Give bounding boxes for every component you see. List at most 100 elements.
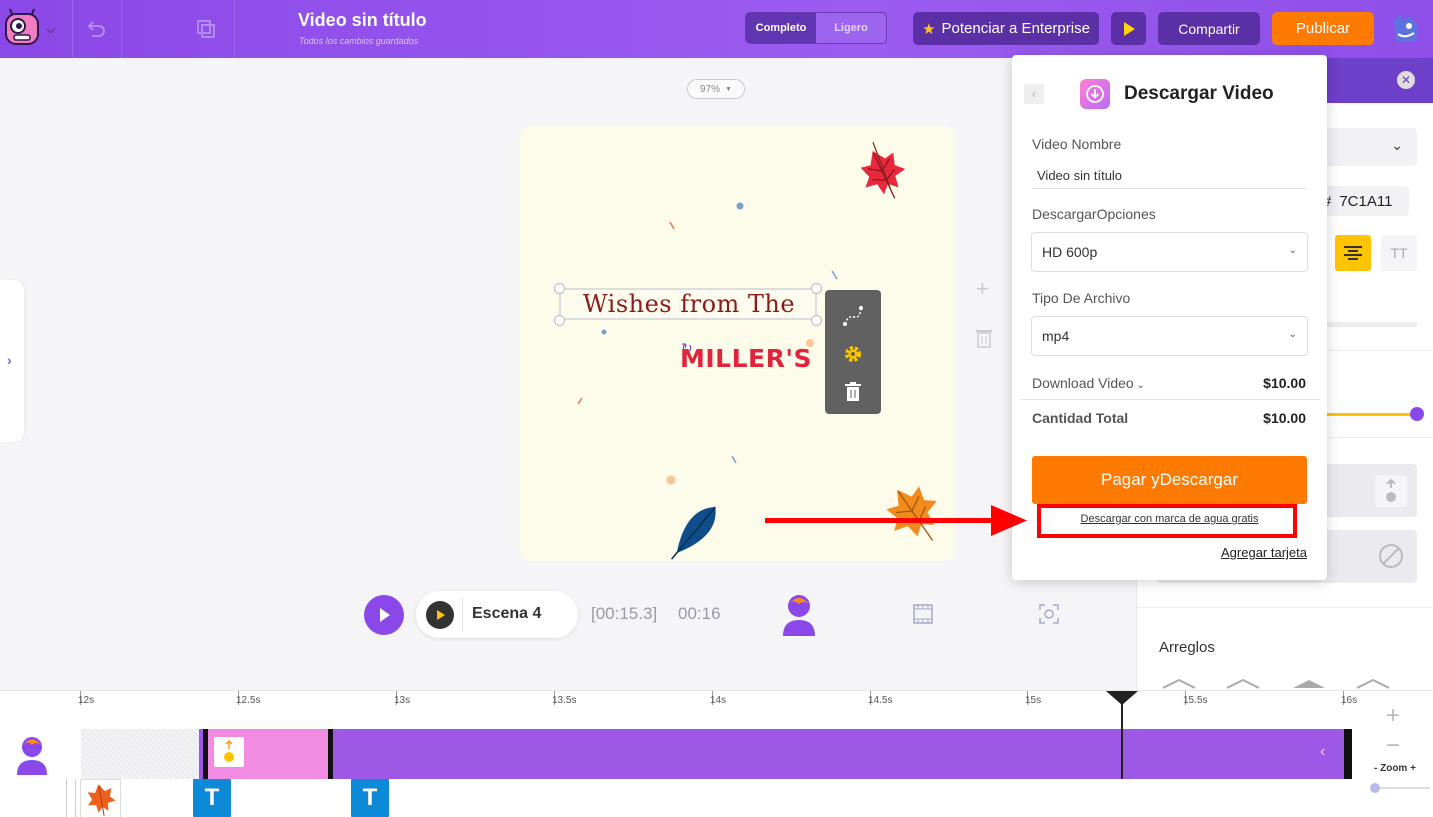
video-title[interactable]: Video sin título bbox=[298, 10, 427, 31]
pay-and-download-button[interactable]: Pagar yDescargar bbox=[1032, 456, 1307, 504]
quality-value: HD 600p bbox=[1042, 244, 1098, 260]
scene-label: Escena 4 bbox=[472, 605, 542, 622]
play-icon bbox=[380, 608, 390, 622]
toolbar-divider bbox=[234, 0, 235, 58]
fullscreen-icon[interactable] bbox=[1039, 604, 1059, 624]
chevron-down-icon: ⌄ bbox=[1288, 329, 1297, 340]
app-logo-icon[interactable] bbox=[4, 8, 40, 46]
zoom-slider-knob[interactable] bbox=[1370, 783, 1380, 793]
timeline: 12s 12.5s 13s 13.5s 14s 14.5s 15s 15.5s 16s ‹ T … bbox=[0, 690, 1433, 817]
color-hex-input[interactable]: # 7C1A11 bbox=[1317, 186, 1409, 216]
file-type-select[interactable]: mp4 ⌄ bbox=[1031, 316, 1308, 356]
download-options-label: DescargarOpciones bbox=[1032, 206, 1156, 222]
toolbar-divider bbox=[121, 0, 122, 58]
zoom-label: - Zoom + bbox=[1374, 763, 1416, 774]
video-name-input[interactable]: Video sin título bbox=[1032, 164, 1306, 189]
text-case-button[interactable]: TT bbox=[1381, 235, 1417, 271]
download-video-label: Download Video bbox=[1032, 375, 1134, 391]
ruler-tick-label: 13s bbox=[394, 695, 411, 706]
character-track-clip[interactable] bbox=[199, 729, 1352, 779]
left-panel-toggle[interactable]: › bbox=[0, 280, 24, 442]
chevron-down-icon: ⌄ bbox=[1391, 137, 1403, 153]
layer-stack-marker bbox=[66, 779, 76, 817]
download-icon bbox=[1080, 79, 1110, 109]
film-icon[interactable] bbox=[912, 603, 934, 625]
zoom-minus-icon[interactable]: − bbox=[1382, 734, 1404, 758]
scene-text-wishes[interactable]: Wishes from The bbox=[560, 288, 818, 320]
caret-down-icon: ▼ bbox=[725, 85, 732, 93]
clip-end-handle[interactable] bbox=[1344, 729, 1352, 779]
scene-player: Escena 4 bbox=[416, 591, 578, 638]
chevron-left-icon[interactable]: ‹ bbox=[1320, 743, 1325, 761]
text-element-block[interactable]: T bbox=[351, 779, 389, 817]
mode-toggle: Completo Ligero bbox=[745, 12, 887, 44]
scene-text-millers[interactable]: MILLER'S bbox=[680, 344, 812, 373]
element-context-toolbar bbox=[825, 290, 881, 414]
total-time: 00:16 bbox=[678, 604, 721, 623]
opacity-slider-track[interactable] bbox=[1317, 413, 1417, 416]
zoom-plus-icon[interactable]: + bbox=[1382, 704, 1404, 728]
upgrade-enterprise-button[interactable]: ★ Potenciar a Enterprise bbox=[913, 12, 1099, 45]
download-modal: ‹ Descargar Video Video Nombre Video sin… bbox=[1012, 55, 1327, 580]
align-center-button[interactable] bbox=[1335, 235, 1371, 271]
ruler-tick-label: 12.5s bbox=[236, 695, 261, 706]
ruler-tick-label: 15.5s bbox=[1183, 695, 1208, 706]
file-type-value: mp4 bbox=[1042, 328, 1070, 344]
publish-button[interactable]: Publicar bbox=[1272, 12, 1374, 45]
opacity-slider-knob[interactable] bbox=[1410, 407, 1424, 421]
download-video-row[interactable]: Download Video ⌄ $10.00 bbox=[1032, 375, 1306, 391]
divider bbox=[462, 597, 463, 632]
mode-light-button[interactable]: Ligero bbox=[816, 13, 886, 43]
enter-animation-clip[interactable] bbox=[203, 729, 333, 779]
animation-path-icon[interactable] bbox=[841, 304, 865, 328]
toolbar-divider bbox=[72, 0, 73, 58]
ruler-tick-label: 14.5s bbox=[868, 695, 893, 706]
duplicate-icon[interactable] bbox=[195, 18, 217, 40]
ruler-tick-label: 15s bbox=[1025, 695, 1042, 706]
file-type-label: Tipo De Archivo bbox=[1032, 290, 1131, 306]
current-time: [00:15.3] bbox=[591, 604, 658, 623]
red-leaf-graphic bbox=[860, 141, 906, 199]
user-avatar-icon[interactable] bbox=[1390, 12, 1420, 44]
quality-select[interactable]: HD 600p ⌄ bbox=[1031, 232, 1308, 272]
download-video-amount: $10.00 bbox=[1263, 375, 1306, 391]
ruler-tick-label: 13.5s bbox=[552, 695, 577, 706]
character-icon[interactable] bbox=[781, 594, 817, 636]
upgrade-enterprise-label: Potenciar a Enterprise bbox=[941, 20, 1090, 37]
trash-icon[interactable] bbox=[841, 380, 865, 404]
chevron-down-icon: ⌄ bbox=[1288, 245, 1297, 256]
mode-full-button[interactable]: Completo bbox=[746, 13, 816, 43]
logo-menu-chevron-icon[interactable]: ⌵ bbox=[46, 22, 55, 37]
play-scene-button[interactable] bbox=[426, 601, 454, 629]
play-all-button[interactable] bbox=[364, 595, 404, 635]
chevron-right-icon: › bbox=[7, 352, 12, 368]
add-card-link[interactable]: Agregar tarjeta bbox=[1221, 545, 1307, 560]
total-label: Cantidad Total bbox=[1032, 410, 1129, 426]
preview-button[interactable] bbox=[1111, 12, 1146, 45]
top-bar: ⌵ Video sin título Todos los cambios gua… bbox=[0, 0, 1433, 58]
text-element-block[interactable]: T bbox=[193, 779, 231, 817]
delete-scene-icon[interactable] bbox=[975, 328, 993, 348]
zoom-slider-track[interactable] bbox=[1372, 787, 1430, 789]
character-track-icon[interactable] bbox=[15, 735, 49, 775]
close-icon[interactable]: ✕ bbox=[1397, 71, 1415, 89]
save-status: Todos los cambios guardados bbox=[299, 36, 419, 46]
modal-title: Descargar Video bbox=[1124, 83, 1274, 104]
previous-scene-track[interactable] bbox=[81, 729, 204, 779]
back-chevron-icon[interactable]: ‹ bbox=[1024, 84, 1044, 104]
no-animation-icon bbox=[1379, 544, 1403, 568]
color-hex-value: 7C1A11 bbox=[1339, 192, 1393, 210]
share-button[interactable]: Compartir bbox=[1158, 12, 1260, 45]
gear-icon[interactable] bbox=[841, 342, 865, 366]
undo-icon[interactable] bbox=[84, 18, 106, 40]
ruler-tick-label: 14s bbox=[710, 695, 727, 706]
add-element-icon[interactable]: + bbox=[976, 276, 989, 302]
arrange-icons[interactable] bbox=[1157, 676, 1427, 690]
enter-animation-icon bbox=[1375, 475, 1407, 507]
play-icon bbox=[1123, 21, 1135, 36]
playhead-line[interactable] bbox=[1121, 691, 1123, 779]
zoom-selector[interactable]: 97% ▼ bbox=[687, 79, 745, 99]
ruler-tick-label: 12s bbox=[78, 695, 95, 706]
total-amount: $10.00 bbox=[1263, 410, 1306, 426]
leaf-element-thumbnail[interactable] bbox=[80, 779, 121, 817]
